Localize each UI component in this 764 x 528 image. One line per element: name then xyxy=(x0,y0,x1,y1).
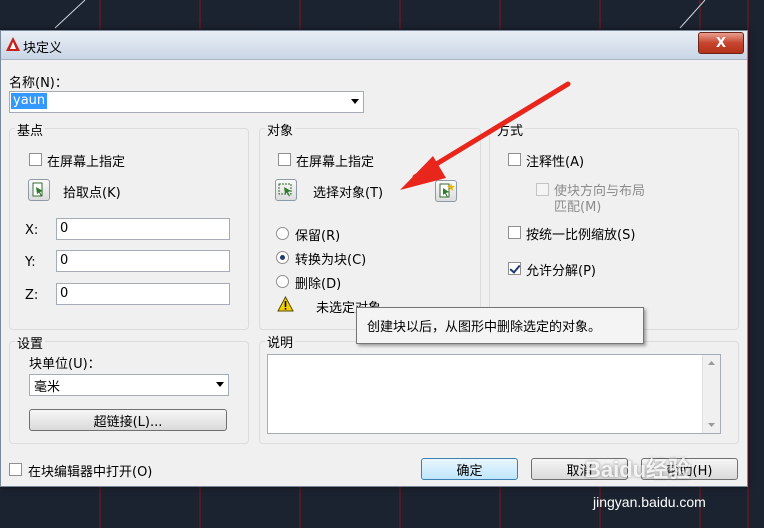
match-orientation-label-line2: 匹配(M) xyxy=(554,200,602,215)
description-textarea[interactable] xyxy=(267,354,721,434)
retain-radio[interactable] xyxy=(276,227,289,240)
name-combobox[interactable]: yaun xyxy=(9,91,364,113)
block-unit-select[interactable]: 毫米 xyxy=(29,374,229,396)
close-button[interactable]: X xyxy=(698,32,744,54)
objects-specify-on-screen-checkbox[interactable] xyxy=(278,153,291,166)
description-title: 说明 xyxy=(265,332,296,351)
block-unit-value: 毫米 xyxy=(34,380,61,395)
description-scrollbar[interactable] xyxy=(702,355,720,433)
annotative-label: 注释性(A) xyxy=(526,155,585,170)
y-label: Y: xyxy=(25,255,36,270)
select-objects-icon xyxy=(278,183,292,197)
x-input[interactable]: 0 xyxy=(56,218,230,240)
base-specify-on-screen-checkbox[interactable] xyxy=(29,153,42,166)
objects-specify-on-screen-label: 在屏幕上指定 xyxy=(296,155,375,170)
delete-label: 删除(D) xyxy=(295,277,342,292)
ok-button[interactable]: 确定 xyxy=(421,458,518,480)
allow-exploding-checkbox[interactable] xyxy=(508,262,521,275)
scroll-arrows-icon xyxy=(708,361,715,427)
pick-point-icon xyxy=(32,182,43,197)
quick-select-button[interactable] xyxy=(435,180,457,202)
name-value: yaun xyxy=(11,93,48,109)
match-orientation-checkbox[interactable] xyxy=(536,183,549,196)
convert-to-block-radio[interactable] xyxy=(276,251,289,264)
name-label: 名称(N)： xyxy=(9,76,68,91)
scale-uniformly-label: 按统一比例缩放(S) xyxy=(526,228,636,243)
annotative-checkbox[interactable] xyxy=(508,153,521,166)
block-unit-label: 块单位(U)： xyxy=(29,357,101,372)
settings-title: 设置 xyxy=(15,333,46,352)
open-in-block-editor-checkbox[interactable] xyxy=(9,463,22,476)
z-label: Z: xyxy=(25,288,39,303)
chevron-down-icon[interactable] xyxy=(351,99,359,104)
base-point-title: 基点 xyxy=(15,120,46,139)
radio-selected-dot xyxy=(280,255,285,260)
baidu-watermark-url: jingyan.baidu.com xyxy=(593,494,706,510)
delete-tooltip: 创建块以后，从图形中删除选定的对象。 xyxy=(356,307,644,344)
chevron-down-icon[interactable] xyxy=(216,382,224,387)
delete-radio[interactable] xyxy=(276,275,289,288)
allow-exploding-label: 允许分解(P) xyxy=(526,264,596,279)
z-input[interactable]: 0 xyxy=(56,283,230,305)
x-label: X: xyxy=(25,223,39,238)
convert-to-block-label: 转换为块(C) xyxy=(295,253,367,268)
pick-point-label: 拾取点(K) xyxy=(63,186,121,201)
autocad-logo-icon xyxy=(6,37,20,51)
checkmark-icon xyxy=(509,262,521,274)
warning-icon xyxy=(277,296,294,312)
window-title: 块定义 xyxy=(23,41,63,56)
base-specify-on-screen-label: 在屏幕上指定 xyxy=(47,155,126,170)
select-objects-label: 选择对象(T) xyxy=(313,186,384,201)
title-bar: 块定义 X xyxy=(1,31,747,60)
baidu-watermark: Baidu经验 xyxy=(585,457,691,482)
quick-select-icon xyxy=(439,183,455,198)
hyperlink-button[interactable]: 超链接(L)... xyxy=(29,409,227,431)
open-in-block-editor-label: 在块编辑器中打开(O) xyxy=(28,465,153,480)
retain-label: 保留(R) xyxy=(295,229,341,244)
objects-title: 对象 xyxy=(265,120,296,139)
select-objects-button[interactable] xyxy=(275,179,297,201)
pick-point-button[interactable] xyxy=(28,179,50,201)
scale-uniformly-checkbox[interactable] xyxy=(508,226,521,239)
behavior-title: 方式 xyxy=(495,120,526,139)
y-input[interactable]: 0 xyxy=(56,250,230,272)
